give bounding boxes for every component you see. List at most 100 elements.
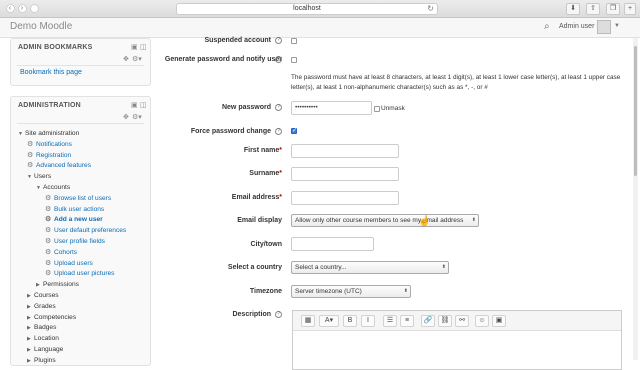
collapse-block-icon[interactable]: ▣: [131, 101, 138, 109]
help-icon[interactable]: ?: [275, 37, 282, 44]
link-icon[interactable]: 🔗: [421, 315, 435, 327]
admin-tree-label: Competencies: [34, 313, 77, 321]
admin-tree-item[interactable]: ⚙ User default preferences: [45, 226, 126, 235]
admin-tree-item[interactable]: ▶ Competencies: [27, 313, 76, 323]
select-arrows-icon: ⬍: [403, 288, 408, 294]
admin-tree-item[interactable]: ▶ Badges: [27, 323, 56, 333]
admin-tree-item[interactable]: ⚙ Upload users: [45, 259, 93, 268]
window-zoom-button[interactable]: [30, 4, 39, 13]
required-marker: *: [279, 147, 282, 154]
bold-icon[interactable]: B: [343, 315, 357, 327]
help-icon[interactable]: ?: [275, 128, 282, 135]
emoticon-icon[interactable]: ☺: [475, 315, 489, 327]
gear-icon: ⚙: [27, 162, 34, 170]
chevron-down-icon[interactable]: ▼: [614, 23, 620, 29]
site-header: Demo Moodle ⌕ Admin user ▼: [0, 18, 640, 38]
admin-tree-item[interactable]: ⚙ User profile fields: [45, 237, 105, 246]
admin-tree-item[interactable]: ⚙ Browse list of users: [45, 194, 111, 203]
force-password-change-label: Force password change: [190, 128, 271, 135]
user-menu-name[interactable]: Admin user: [559, 23, 594, 30]
password-policy-note: The password must have at least 8 charac…: [291, 74, 621, 91]
suspended-account-checkbox[interactable]: [291, 38, 297, 44]
admin-tree-label: Upload user pictures: [54, 270, 115, 278]
gear-icon: ⚙: [27, 151, 34, 159]
unordered-list-icon[interactable]: ☰: [383, 315, 397, 327]
admin-tree-item[interactable]: ▶ Plugins: [27, 356, 56, 366]
help-icon[interactable]: ?: [275, 311, 282, 318]
site-name[interactable]: Demo Moodle: [10, 21, 72, 32]
scrollbar-thumb[interactable]: [634, 46, 637, 176]
italic-icon[interactable]: I: [361, 315, 375, 327]
collapsed-triangle-icon: ▶: [36, 282, 40, 289]
admin-tree-item[interactable]: ▶ Courses: [27, 291, 59, 301]
unlink-icon[interactable]: ⛓: [438, 315, 452, 327]
avatar[interactable]: [597, 20, 611, 34]
help-icon[interactable]: ?: [275, 104, 282, 111]
generate-password-checkbox[interactable]: [291, 57, 297, 63]
font-style-icon[interactable]: A▾: [319, 315, 339, 327]
share-icon[interactable]: ⇧: [586, 3, 600, 15]
force-password-change-checkbox[interactable]: [291, 127, 297, 134]
surname-input[interactable]: [291, 167, 399, 181]
ordered-list-icon[interactable]: ≡: [400, 315, 414, 327]
browser-toolbar: ‹ › localhost ↻ ⬇ ⇧ ❐ +: [0, 0, 640, 18]
city-input[interactable]: [291, 237, 374, 251]
new-password-input[interactable]: ••••••••••: [291, 101, 372, 115]
dock-block-icon[interactable]: ◫: [140, 43, 147, 51]
unmask-label[interactable]: Unmask: [381, 105, 405, 112]
first-name-input[interactable]: [291, 144, 399, 158]
admin-tree-item[interactable]: ▼ Users: [27, 172, 51, 182]
image-icon[interactable]: ▣: [492, 315, 506, 327]
dock-block-icon[interactable]: ◫: [140, 101, 147, 109]
timezone-label: Timezone: [249, 288, 282, 295]
gear-icon[interactable]: ⚙▾: [132, 55, 142, 63]
admin-tree-item[interactable]: ▼ Accounts: [36, 183, 70, 193]
move-icon[interactable]: ✥: [123, 113, 129, 121]
admin-tree-item[interactable]: ▶ Language: [27, 345, 63, 355]
collapse-toolbar-icon[interactable]: ▦: [301, 315, 315, 327]
anchor-icon[interactable]: ⚯: [455, 315, 469, 327]
address-bar[interactable]: localhost ↻: [176, 3, 438, 15]
unmask-checkbox[interactable]: [374, 106, 380, 112]
email-display-select[interactable]: Allow only other course members to see m…: [291, 214, 479, 227]
tabs-icon[interactable]: ❐: [606, 3, 620, 15]
admin-tree-label: Grades: [34, 302, 56, 310]
new-password-label: New password: [221, 104, 271, 111]
email-display-label: Email display: [237, 217, 282, 224]
reload-icon[interactable]: ↻: [427, 4, 434, 14]
mouse-cursor-icon: ☝: [418, 216, 431, 227]
admin-tree-item[interactable]: ⚙ Registration: [27, 151, 71, 160]
collapsed-triangle-icon: ▶: [27, 303, 31, 310]
gear-icon: ⚙: [45, 227, 52, 235]
admin-tree-item[interactable]: ⚙ Upload user pictures: [45, 269, 114, 278]
admin-tree-item[interactable]: ⚙ Add a new user: [45, 215, 103, 224]
admin-tree-item[interactable]: ⚙ Bulk user actions: [45, 205, 104, 214]
gear-icon[interactable]: ⚙▾: [132, 113, 142, 121]
download-icon[interactable]: ⬇: [566, 3, 580, 15]
move-icon[interactable]: ✥: [123, 55, 129, 63]
search-icon[interactable]: ⌕: [544, 21, 550, 32]
admin-tree-item[interactable]: ▶ Grades: [27, 302, 56, 312]
admin-tree-label: Browse list of users: [54, 194, 112, 202]
gear-icon: ⚙: [45, 194, 52, 202]
new-tab-icon[interactable]: +: [624, 3, 636, 15]
collapsed-triangle-icon: ▶: [27, 336, 31, 343]
chevron-left-icon[interactable]: ‹: [4, 3, 16, 15]
description-editor[interactable]: ▦ A▾ B I ☰ ≡ 🔗 ⛓ ⚯ ☺ ▣: [292, 310, 622, 370]
country-select[interactable]: Select a country... ⬍: [291, 261, 449, 274]
bookmark-this-page-link[interactable]: Bookmark this page: [20, 69, 82, 76]
email-input[interactable]: [291, 191, 399, 205]
timezone-select[interactable]: Server timezone (UTC) ⬍: [291, 285, 411, 298]
collapsed-triangle-icon: ▶: [27, 357, 31, 364]
help-icon[interactable]: ?: [275, 56, 282, 63]
admin-tree-item[interactable]: ▶ Location: [27, 334, 59, 344]
admin-tree-item[interactable]: ▶ Permissions: [36, 280, 79, 290]
description-label: Description: [232, 311, 271, 318]
admin-tree-item[interactable]: ⚙ Notifications: [27, 140, 72, 149]
chevron-right-icon[interactable]: ›: [16, 3, 28, 15]
admin-tree-item[interactable]: ▼ Site administration: [18, 129, 79, 139]
admin-tree-item[interactable]: ⚙ Advanced features: [27, 161, 91, 170]
collapse-block-icon[interactable]: ▣: [131, 43, 138, 51]
gear-icon: ⚙: [45, 238, 52, 245]
admin-tree-item[interactable]: ⚙ Cohorts: [45, 248, 77, 257]
